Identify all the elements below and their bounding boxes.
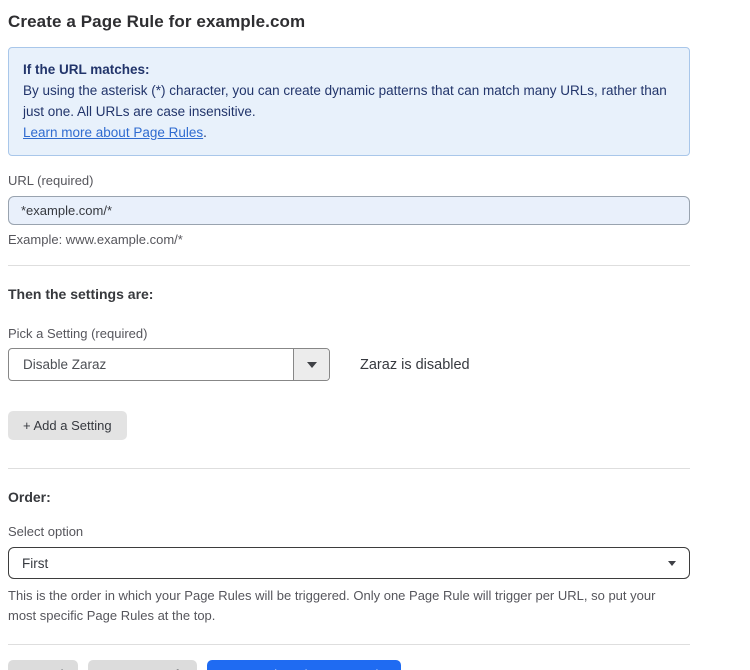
divider bbox=[8, 265, 690, 266]
setting-dropdown-arrow-button[interactable] bbox=[293, 349, 329, 380]
add-setting-button[interactable]: + Add a Setting bbox=[8, 411, 127, 440]
url-field-label: URL (required) bbox=[8, 173, 690, 188]
url-match-info-box: If the URL matches: By using the asteris… bbox=[8, 47, 690, 156]
settings-section-heading: Then the settings are: bbox=[8, 286, 690, 302]
link-suffix: . bbox=[203, 125, 207, 140]
learn-more-link[interactable]: Learn more about Page Rules bbox=[23, 125, 203, 140]
order-select[interactable]: First bbox=[8, 547, 690, 579]
info-box-link-line: Learn more about Page Rules. bbox=[23, 122, 675, 143]
url-input[interactable] bbox=[8, 196, 690, 225]
page-title: Create a Page Rule for example.com bbox=[8, 12, 690, 32]
order-helper-text: This is the order in which your Page Rul… bbox=[8, 586, 678, 626]
setting-dropdown[interactable]: Disable Zaraz bbox=[8, 348, 330, 381]
info-box-heading: If the URL matches: bbox=[23, 59, 675, 80]
page-rule-form: Create a Page Rule for example.com If th… bbox=[0, 0, 750, 670]
info-box-body: By using the asterisk (*) character, you… bbox=[23, 80, 675, 122]
divider bbox=[8, 644, 690, 645]
order-section-heading: Order: bbox=[8, 489, 690, 505]
save-and-deploy-button[interactable]: Save and Deploy Page Rule bbox=[207, 660, 400, 670]
order-select-value: First bbox=[22, 556, 48, 571]
url-example-helper: Example: www.example.com/* bbox=[8, 232, 690, 247]
divider bbox=[8, 468, 690, 469]
setting-picker-row: Disable Zaraz Zaraz is disabled bbox=[8, 348, 690, 381]
order-select-label: Select option bbox=[8, 524, 690, 539]
setting-status-text: Zaraz is disabled bbox=[360, 357, 470, 373]
save-as-draft-button[interactable]: Save as Draft bbox=[88, 660, 197, 670]
chevron-down-icon bbox=[307, 362, 317, 368]
cancel-button[interactable]: Cancel bbox=[8, 660, 78, 670]
pick-setting-label: Pick a Setting (required) bbox=[8, 326, 690, 341]
setting-dropdown-value: Disable Zaraz bbox=[9, 349, 293, 380]
chevron-down-icon bbox=[668, 561, 676, 566]
footer-actions: Cancel Save as Draft Save and Deploy Pag… bbox=[8, 660, 690, 670]
